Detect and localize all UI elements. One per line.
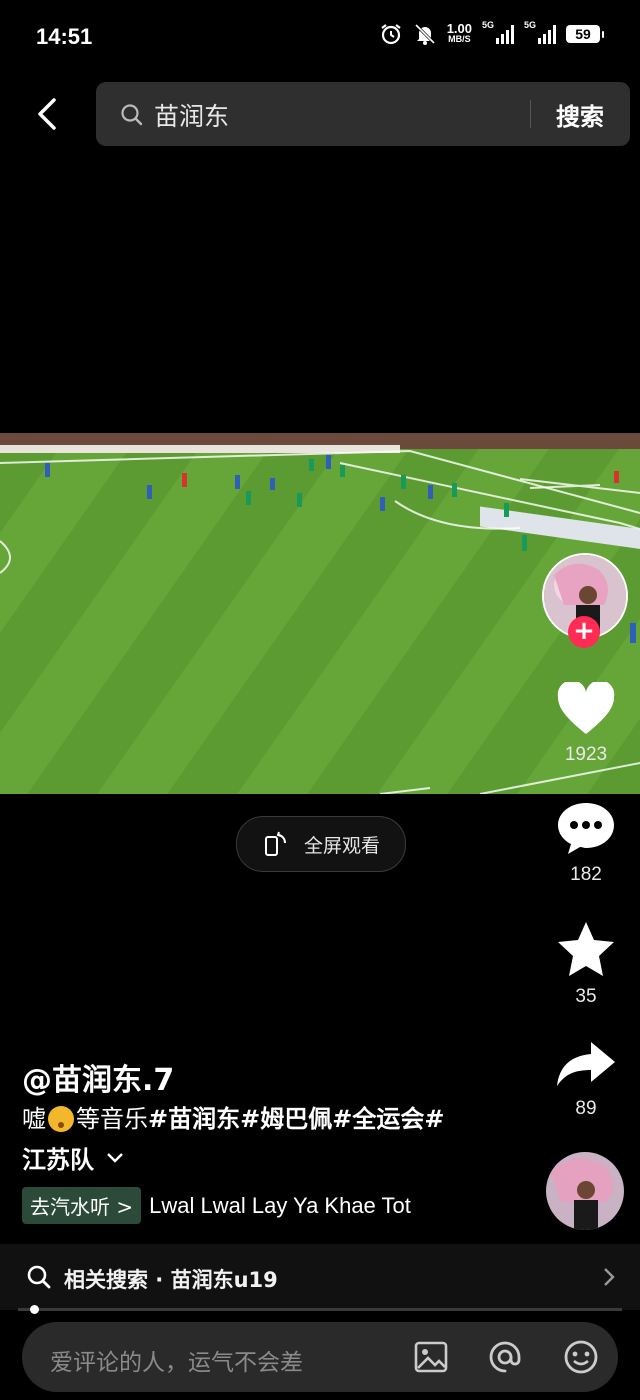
follow-button[interactable]: + [568, 616, 600, 648]
post-description: 嘘 等音乐#苗润东#姆巴佩#全运会# [22, 1100, 522, 1138]
video-progress-handle[interactable] [30, 1305, 39, 1314]
desc-prefix: 嘘 [22, 1105, 46, 1133]
share-button[interactable]: 89 [548, 1040, 624, 1120]
mute-bell-icon [414, 23, 435, 45]
search-divider [530, 100, 531, 128]
network-speed: 1.00 MB/S [446, 21, 472, 44]
search-bar[interactable]: 苗润东 搜索 [96, 82, 630, 146]
signal-2-icon: 5G [524, 20, 556, 44]
rotate-screen-icon [264, 831, 286, 856]
author-handle[interactable]: @苗润东.7 [22, 1055, 174, 1099]
music-disc-image [546, 1152, 624, 1230]
alarm-icon [381, 24, 401, 45]
favorite-button[interactable]: 35 [548, 920, 624, 1008]
football-pitch-frame [0, 433, 640, 794]
chevron-right-icon [604, 1268, 615, 1286]
like-button[interactable]: 1923 [548, 680, 624, 766]
music-app-tag[interactable]: 去汽水听 > [22, 1187, 142, 1224]
mention-at-icon[interactable] [486, 1338, 524, 1376]
music-title[interactable]: Lwal Lwal Lay Ya Khae Tot [149, 1193, 411, 1219]
favorite-count: 35 [575, 986, 597, 1007]
fullscreen-label: 全屏观看 [303, 834, 380, 857]
heart-icon [557, 680, 615, 734]
like-count: 1923 [564, 744, 608, 765]
comment-bubble-icon [558, 803, 614, 854]
music-row[interactable]: 去汽水听 > Lwal Lwal Lay Ya Khae Tot [22, 1187, 411, 1224]
desc-mid: 等音乐 [76, 1105, 148, 1133]
comment-button[interactable]: 182 [548, 800, 624, 886]
shush-emoji-icon [48, 1106, 74, 1132]
search-icon [121, 104, 143, 126]
related-search-bar[interactable]: 相关搜索 · 苗润东u19 [0, 1244, 640, 1310]
search-query[interactable]: 苗润东 [154, 97, 229, 133]
search-icon [27, 1265, 51, 1289]
star-icon [558, 922, 614, 976]
chevron-left-icon [38, 98, 56, 130]
image-icon[interactable] [412, 1338, 450, 1376]
related-search-text: 相关搜索 · 苗润东u19 [64, 1268, 278, 1292]
video-progress-track[interactable] [18, 1308, 622, 1311]
emoji-face-icon[interactable] [562, 1338, 600, 1376]
hashtag-jiangsu[interactable]: 江苏队 [22, 1140, 94, 1175]
hashtags[interactable]: #苗润东#姆巴佩#全运会# [148, 1105, 444, 1133]
comment-input-bar[interactable]: 爱评论的人，运气不会差 [22, 1322, 618, 1392]
share-arrow-icon [557, 1042, 615, 1086]
chevron-down-icon[interactable] [106, 1152, 124, 1164]
battery-indicator: 59 [566, 25, 604, 43]
share-count: 89 [575, 1098, 597, 1119]
comment-count: 182 [570, 864, 602, 885]
signal-1-icon: 5G [482, 20, 514, 44]
back-button[interactable] [30, 94, 70, 134]
status-bar-icons: 1.00 MB/S 5G 5G 59 [379, 20, 604, 46]
fullscreen-button[interactable]: 全屏观看 [236, 816, 406, 872]
desc-second-line[interactable]: 江苏队 [22, 1140, 124, 1175]
music-disc-avatar[interactable] [546, 1152, 624, 1230]
search-button[interactable]: 搜索 [556, 97, 604, 132]
video-player[interactable] [0, 433, 640, 794]
comment-placeholder[interactable]: 爱评论的人，运气不会差 [50, 1343, 303, 1377]
status-time: 14:51 [36, 24, 93, 49]
